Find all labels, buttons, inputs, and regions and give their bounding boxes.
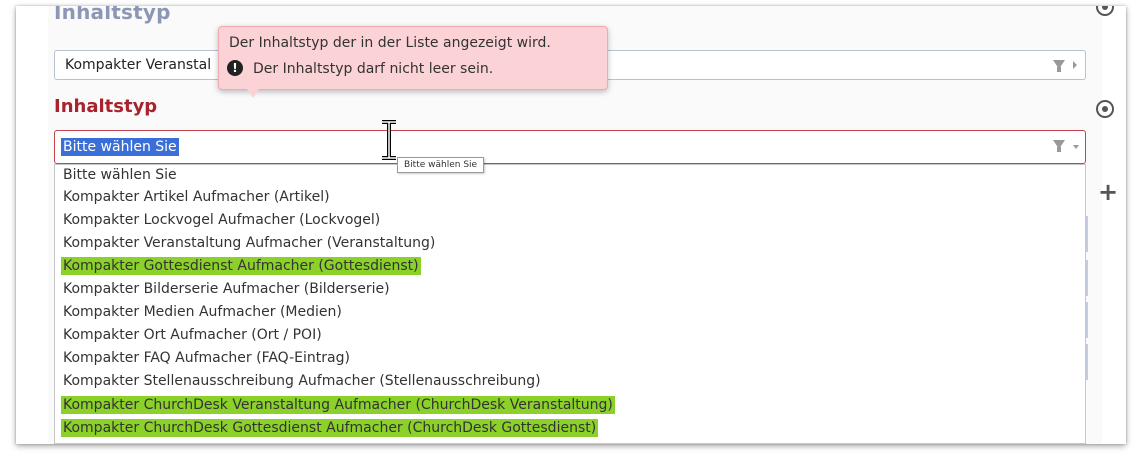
side-divider [1086,216,1088,252]
side-divider [1086,302,1088,338]
tooltip-error-message: Der Inhaltstyp darf nicht leer sein. [253,61,494,77]
plus-icon[interactable]: + [1098,178,1118,206]
screenshot-frame: Inhaltstyp Kompakter Veranstal Der Inhal… [16,6,1126,444]
radio-target-icon[interactable] [1096,100,1114,118]
option-item[interactable]: Kompakter Medien Aufmacher (Medien) [61,303,344,321]
text-cursor-icon [382,120,396,160]
hover-tooltip: Bitte wählen Sie [397,157,485,173]
option-item[interactable]: Kompakter Artikel Aufmacher (Artikel) [61,188,332,206]
content-type-dropdown[interactable]: Bitte wählen Sie Kompakter Artikel Aufma… [54,164,1086,444]
content-type-select[interactable]: Bitte wählen Sie [54,130,1086,164]
filter-icon [1053,60,1065,72]
option-item[interactable]: Kompakter FAQ Aufmacher (FAQ-Eintrag) [61,349,352,367]
upper-select-value: Kompakter Veranstal [65,57,212,73]
option-item[interactable]: Kompakter Bilderserie Aufmacher (Bilders… [61,280,392,298]
field-label: Inhaltstyp [54,96,158,117]
chevron-right-icon [1073,61,1077,69]
upper-field-title: Inhaltstyp [54,6,171,24]
tooltip-description: Der Inhaltstyp der in der Liste angezeig… [229,35,551,51]
option-item-highlighted[interactable]: Kompakter Gottesdienst Aufmacher (Gottes… [61,257,421,275]
chevron-down-icon [1073,145,1079,149]
option-item-highlighted[interactable]: Kompakter ChurchDesk Veranstaltung Aufma… [61,396,615,414]
side-divider [1086,260,1088,296]
option-item-highlighted[interactable]: Kompakter ChurchDesk Gottesdienst Aufmac… [61,419,599,437]
option-item[interactable]: Bitte wählen Sie [61,166,179,184]
select-selected-text: Bitte wählen Sie [61,138,179,156]
option-item[interactable]: Kompakter Ort Aufmacher (Ort / POI) [61,326,324,344]
validation-tooltip: Der Inhaltstyp der in der Liste angezeig… [218,26,608,98]
option-item[interactable]: Kompakter Veranstaltung Aufmacher (Veran… [61,234,437,252]
side-divider [1086,344,1088,380]
option-item[interactable]: Kompakter Stellenausschreibung Aufmacher… [61,372,543,390]
exclamation-circle-icon: ! [227,60,243,76]
filter-icon [1053,140,1065,152]
option-item[interactable]: Kompakter Lockvogel Aufmacher (Lockvogel… [61,211,382,229]
